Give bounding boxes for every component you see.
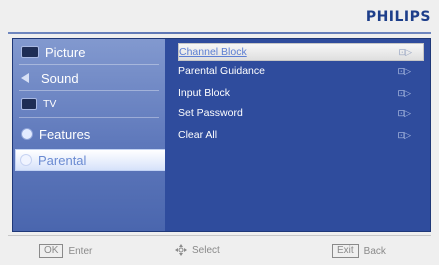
footer-divider: [8, 235, 431, 236]
menu-item-channel-block[interactable]: Channel Block ⊡▷: [178, 43, 424, 61]
footer-hints: OK Enter Select Exit Back: [0, 235, 439, 265]
submenu-list: Channel Block ⊡▷ Parental Guidance ⊡▷ In…: [165, 39, 430, 231]
hint-exit-back: Exit Back: [332, 244, 386, 258]
sidebar-item-label: Features: [39, 126, 91, 142]
sidebar-item-label: Sound: [41, 70, 79, 86]
picture-icon: [21, 46, 39, 58]
exit-key-icon: Exit: [332, 244, 359, 258]
submenu-arrow-icon: ⊡▷: [397, 65, 412, 76]
sidebar-item-label: TV: [43, 98, 57, 110]
sidebar: Picture Sound TV Features Parental: [13, 39, 167, 231]
menu-item-label: Parental Guidance: [178, 65, 265, 77]
sidebar-divider: [19, 90, 159, 91]
sidebar-divider: [19, 64, 159, 65]
sidebar-item-label: Parental: [38, 152, 87, 168]
sidebar-item-picture[interactable]: Picture: [17, 42, 163, 62]
sidebar-item-parental[interactable]: Parental: [15, 149, 167, 171]
menu-item-label: Input Block: [178, 87, 230, 99]
menu-item-set-password[interactable]: Set Password ⊡▷: [178, 105, 422, 121]
menu-item-parental-guidance[interactable]: Parental Guidance ⊡▷: [178, 63, 422, 79]
menu-item-label: Set Password: [178, 107, 243, 119]
brand-logo: PHILIPS: [365, 9, 431, 25]
hint-select: Select: [175, 244, 220, 256]
features-icon: [21, 128, 33, 140]
sidebar-item-features[interactable]: Features: [17, 124, 163, 144]
hint-label: Select: [192, 244, 220, 256]
submenu-arrow-icon: ⊡▷: [397, 87, 412, 98]
sidebar-item-sound[interactable]: Sound: [17, 68, 163, 88]
sidebar-item-label: Picture: [45, 44, 86, 60]
menu-panel: Picture Sound TV Features Parental Chann…: [12, 38, 431, 232]
submenu-arrow-icon: ⊡▷: [398, 46, 413, 57]
sidebar-item-tv[interactable]: TV: [17, 94, 163, 114]
parental-icon: [20, 154, 32, 166]
header-divider: [8, 32, 431, 34]
sidebar-divider: [19, 117, 159, 118]
hint-label: Back: [363, 245, 386, 257]
tv-icon: [21, 98, 37, 110]
menu-item-clear-all[interactable]: Clear All ⊡▷: [178, 127, 422, 143]
menu-item-input-block[interactable]: Input Block ⊡▷: [178, 85, 422, 101]
submenu-arrow-icon: ⊡▷: [397, 107, 412, 118]
tv-menu-screen: PHILIPS Picture Sound TV Features Parent…: [0, 0, 439, 265]
navigation-arrows-icon: [175, 244, 187, 256]
speaker-icon: [21, 73, 35, 83]
submenu-arrow-icon: ⊡▷: [397, 129, 412, 140]
hint-ok-enter: OK Enter: [39, 244, 92, 258]
menu-item-label: Channel Block: [179, 46, 247, 58]
hint-label: Enter: [68, 245, 93, 257]
ok-key-icon: OK: [39, 244, 64, 258]
menu-item-label: Clear All: [178, 129, 218, 141]
